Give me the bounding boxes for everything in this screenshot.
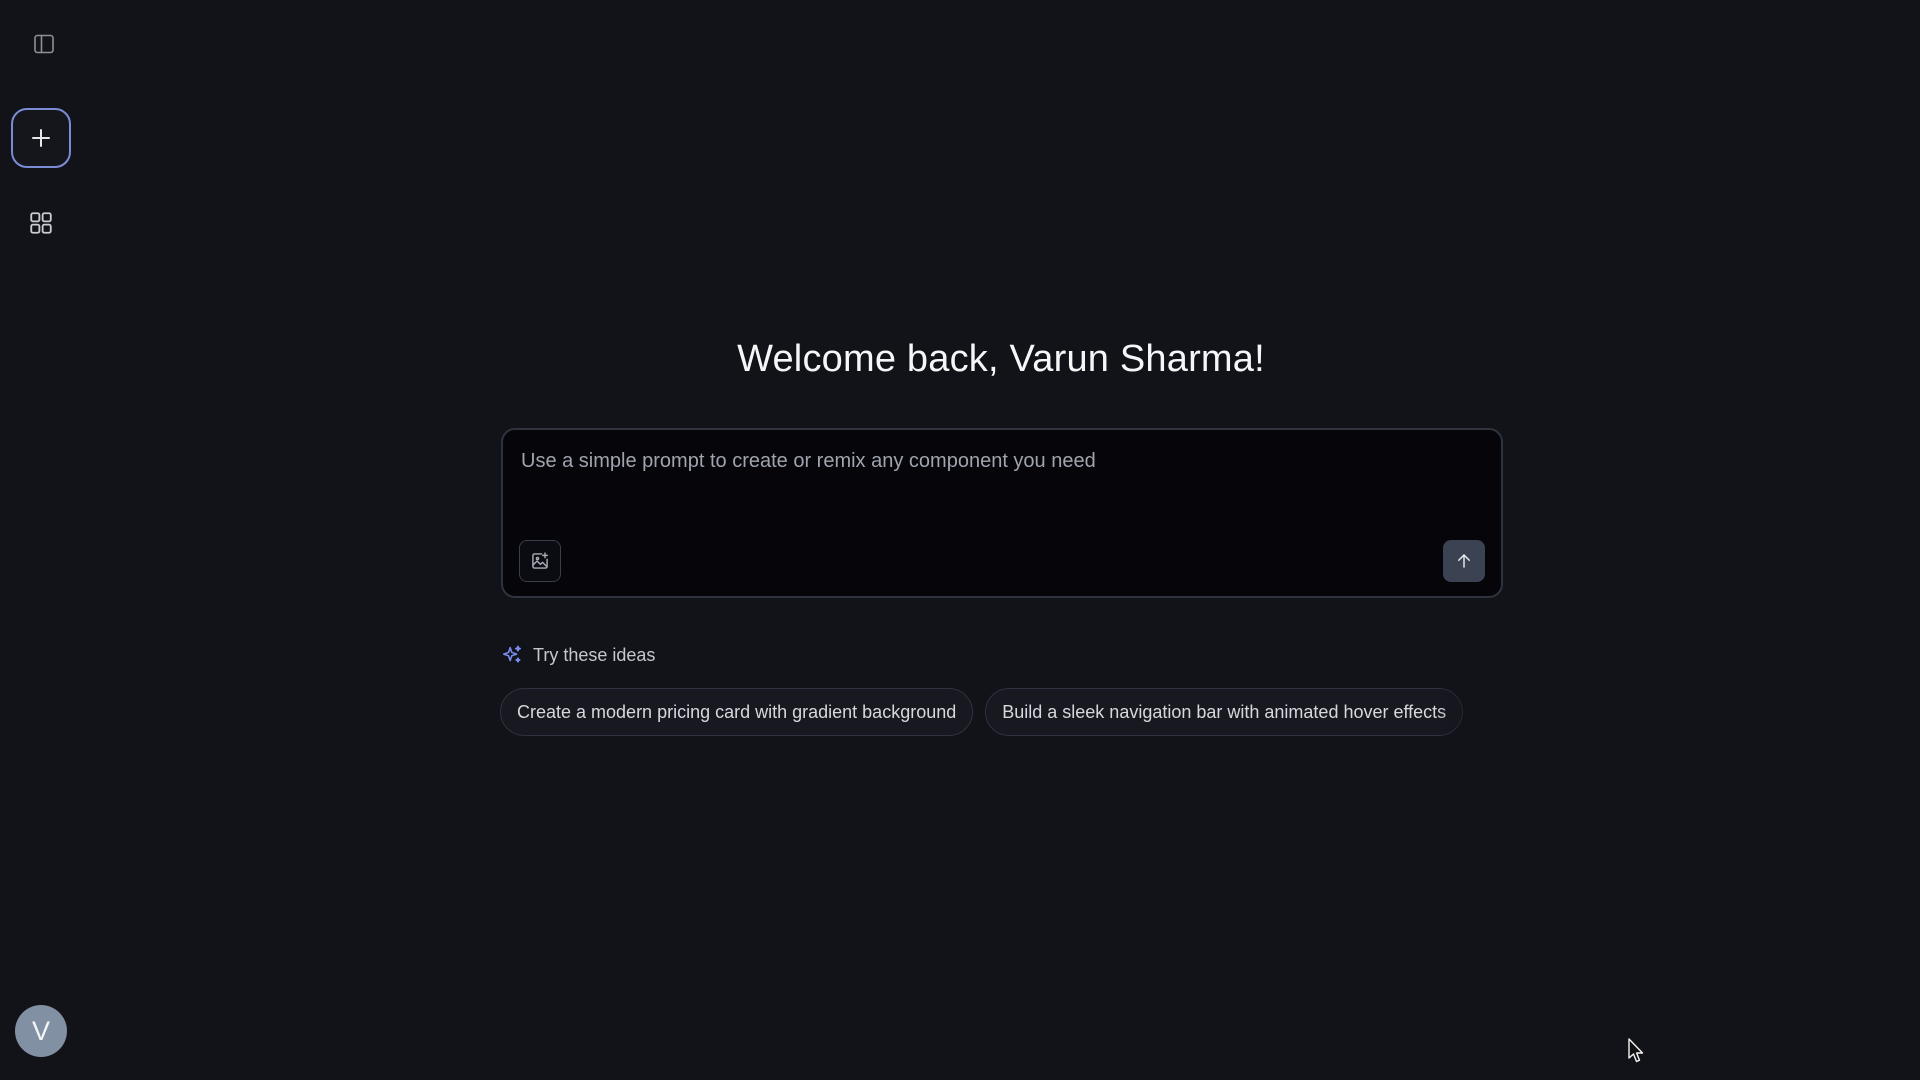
prompt-box (501, 428, 1503, 598)
arrow-up-icon (1458, 554, 1470, 568)
welcome-prefix: Welcome back, (737, 338, 999, 380)
main-content: Welcome back, Varun Sharma! Try t (82, 0, 1920, 1080)
send-button[interactable] (1443, 540, 1485, 582)
user-avatar[interactable]: V (15, 1005, 67, 1057)
ideas-header-label: Try these ideas (533, 644, 656, 665)
avatar-initial: V (31, 1015, 50, 1046)
prompt-input[interactable] (519, 448, 1479, 528)
new-component-button[interactable] (11, 108, 71, 168)
sparkles-icon (502, 645, 522, 663)
ideas-header: Try these ideas (501, 642, 655, 668)
attach-image-button[interactable] (519, 540, 561, 582)
mouse-cursor-icon (1628, 1038, 1644, 1063)
user-name: Varun Sharma! (1009, 338, 1265, 380)
image-plus-icon (532, 552, 548, 569)
sidebar: V (0, 0, 82, 1080)
sidebar-panel-icon (34, 34, 54, 54)
components-grid-button[interactable] (26, 208, 56, 238)
plus-icon (32, 129, 50, 147)
idea-chip-label: Create a modern pricing card with gradie… (517, 701, 957, 722)
welcome-heading: Welcome back, Varun Sharma! (82, 338, 1920, 381)
idea-chip[interactable]: Build a sleek navigation bar with animat… (985, 688, 1464, 736)
idea-chip[interactable]: Create a modern pricing card with gradie… (500, 688, 974, 736)
sidebar-toggle-button[interactable] (30, 30, 58, 58)
idea-chip-label: Build a sleek navigation bar with animat… (1002, 701, 1447, 722)
idea-chips: Create a modern pricing card with gradie… (500, 688, 1504, 738)
grid-icon (30, 212, 52, 234)
